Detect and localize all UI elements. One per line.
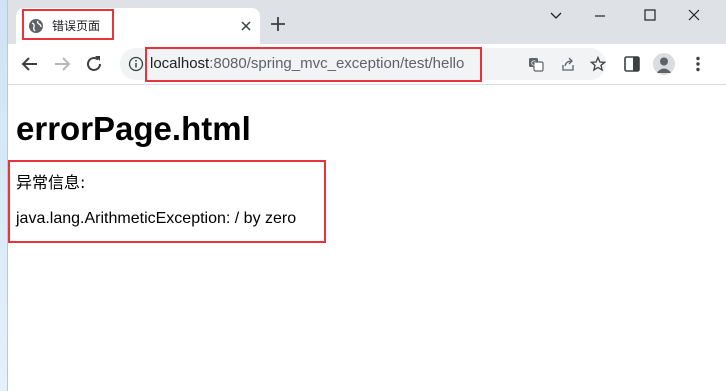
exception-message: java.lang.ArithmeticException: / by zero xyxy=(16,210,297,227)
person-icon xyxy=(656,57,672,73)
star-icon[interactable] xyxy=(590,56,606,72)
tab-title: 错误页面 xyxy=(52,19,101,33)
tab-active[interactable]: 错误页面 xyxy=(16,8,260,44)
avatar-icon[interactable] xyxy=(653,53,675,75)
arrow-left-icon[interactable] xyxy=(18,52,42,76)
maximize-icon[interactable] xyxy=(628,4,672,28)
url-path: :8080/spring_mvc_exception/test/hello xyxy=(209,55,465,72)
minimize-icon[interactable] xyxy=(578,4,622,28)
share-icon[interactable] xyxy=(560,56,576,72)
plus-icon[interactable] xyxy=(268,14,288,34)
more-vertical-icon[interactable] xyxy=(688,54,708,74)
reload-icon[interactable] xyxy=(82,52,106,76)
info-icon[interactable] xyxy=(128,56,144,72)
close-icon[interactable] xyxy=(238,18,254,34)
url-text[interactable]: localhost:8080/spring_mvc_exception/test… xyxy=(150,55,464,73)
window-close-icon[interactable] xyxy=(672,4,716,28)
translate-icon[interactable]: G xyxy=(528,56,544,72)
globe-icon xyxy=(29,19,43,33)
exception-label: 异常信息: xyxy=(16,173,86,192)
browser-window: 错误页面 localhost:8080/spring_mvc_exception… xyxy=(8,0,726,391)
svg-text:G: G xyxy=(531,60,536,68)
browser-toolbar: localhost:8080/spring_mvc_exception/test… xyxy=(8,44,726,85)
address-bar[interactable]: localhost:8080/spring_mvc_exception/test… xyxy=(120,48,606,80)
side-panel-icon[interactable] xyxy=(622,54,642,74)
url-host: localhost xyxy=(150,55,210,72)
arrow-right-icon[interactable] xyxy=(50,52,74,76)
page-heading: errorPage.html xyxy=(16,110,251,147)
chevron-down-icon[interactable] xyxy=(534,4,578,28)
tab-strip: 错误页面 xyxy=(8,0,726,44)
page-content: errorPage.html 异常信息: java.lang.Arithmeti… xyxy=(8,85,726,391)
